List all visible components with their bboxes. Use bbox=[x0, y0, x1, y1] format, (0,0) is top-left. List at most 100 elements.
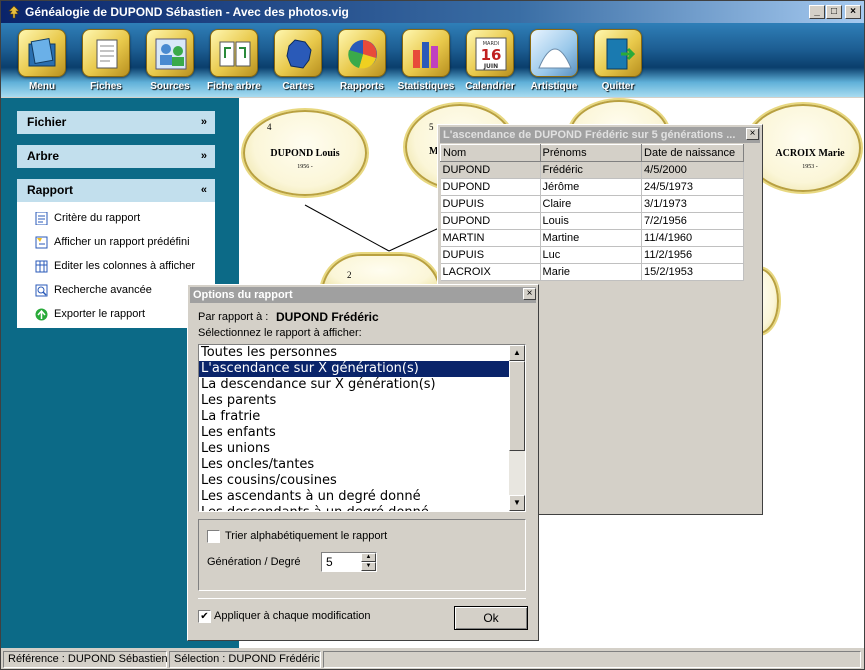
generation-spinner[interactable]: 5 ▲ ▼ bbox=[321, 552, 377, 572]
table-row[interactable]: MARTIN Martine 11/4/1960 bbox=[440, 229, 744, 247]
toolbar-calendrier-button[interactable]: MARDI 16 JUIN Calendrier bbox=[459, 29, 521, 95]
table-cell: DUPOND bbox=[440, 212, 541, 230]
report-option[interactable]: Les parents bbox=[199, 393, 509, 409]
toolbar-fiches-button[interactable]: Fiches bbox=[75, 29, 137, 95]
toolbar-artistique-button[interactable]: Artistique bbox=[523, 29, 585, 95]
options-close-button[interactable]: × bbox=[523, 288, 536, 300]
dialog-divider bbox=[198, 598, 526, 599]
node-name: DUPOND Louis bbox=[270, 148, 340, 159]
table-cell: Claire bbox=[540, 195, 643, 213]
column-header-prenoms[interactable]: Prénoms bbox=[539, 144, 643, 162]
rapport-item-label: Critère du rapport bbox=[54, 212, 141, 224]
toolbar-label: Statistiques bbox=[397, 81, 455, 92]
node-number: 5 bbox=[429, 122, 434, 132]
report-list: Toutes les personnes L'ascendance sur X g… bbox=[199, 345, 509, 511]
ok-button[interactable]: Ok bbox=[454, 606, 528, 630]
toolbar-quitter-button[interactable]: Quitter bbox=[587, 29, 649, 95]
toolbar-label: Cartes bbox=[282, 81, 314, 92]
toolbar-label: Calendrier bbox=[465, 81, 515, 92]
panel-rapport-body: Critère du rapport Afficher un rapport p… bbox=[17, 202, 215, 328]
generation-label: Génération / Degré bbox=[207, 556, 301, 568]
report-option[interactable]: Les unions bbox=[199, 441, 509, 457]
node-name: ACROIX Marie bbox=[775, 148, 845, 159]
ascendance-close-button[interactable]: × bbox=[746, 128, 759, 140]
column-header-nom[interactable]: Nom bbox=[440, 144, 541, 162]
toolbar-sources-button[interactable]: Sources bbox=[139, 29, 201, 95]
minimize-button[interactable]: _ bbox=[809, 5, 825, 19]
sort-checkbox[interactable] bbox=[207, 530, 220, 543]
panel-fichier-header[interactable]: Fichier » bbox=[17, 111, 215, 134]
table-cell: Luc bbox=[540, 246, 643, 264]
table-row[interactable]: DUPOND Jérôme 24/5/1973 bbox=[440, 178, 744, 196]
report-option[interactable]: Les oncles/tantes bbox=[199, 457, 509, 473]
panel-title: Fichier bbox=[27, 115, 67, 129]
listbox-scrollbar[interactable]: ▲ ▼ bbox=[509, 345, 525, 511]
report-option[interactable]: Les ascendants à un degré donné bbox=[199, 489, 509, 505]
toolbar-cartes-button[interactable]: Cartes bbox=[267, 29, 329, 95]
table-row[interactable]: DUPOND Frédéric 4/5/2000 bbox=[440, 161, 744, 179]
expand-chevron-icon[interactable]: » bbox=[201, 145, 207, 168]
toolbar-label: Quitter bbox=[601, 81, 635, 92]
scroll-down-button[interactable]: ▼ bbox=[509, 495, 525, 511]
table-cell: Martine bbox=[540, 229, 643, 247]
table-cell: MARTIN bbox=[440, 229, 541, 247]
report-option[interactable]: Toutes les personnes bbox=[199, 345, 509, 361]
bar-chart-icon bbox=[402, 29, 450, 77]
expand-chevron-icon[interactable]: » bbox=[201, 111, 207, 134]
select-report-label: Sélectionnez le rapport à afficher: bbox=[198, 327, 362, 339]
report-option[interactable]: Les enfants bbox=[199, 425, 509, 441]
node-years: 1956 - bbox=[297, 164, 313, 170]
rapport-item-predefini[interactable]: Afficher un rapport prédéfini bbox=[17, 232, 215, 252]
status-reference: Référence : DUPOND Sébastien bbox=[3, 651, 168, 668]
rapport-item-recherche[interactable]: Recherche avancée bbox=[17, 280, 215, 300]
column-header-date-naissance[interactable]: Date de naissance bbox=[641, 144, 744, 162]
toolbar-statistiques-button[interactable]: Statistiques bbox=[395, 29, 457, 95]
title-bar[interactable]: Généalogie de DUPOND Sébastien - Avec de… bbox=[1, 1, 864, 23]
table-cell: DUPUIS bbox=[440, 246, 541, 264]
table-cell: 4/5/2000 bbox=[641, 161, 744, 179]
rapport-item-exporter[interactable]: Exporter le rapport bbox=[17, 304, 215, 324]
criteria-icon bbox=[35, 212, 48, 225]
tree-node-4[interactable]: 4 DUPOND Louis 1956 - bbox=[243, 110, 367, 196]
table-cell: DUPOND bbox=[440, 161, 541, 179]
report-option[interactable]: La descendance sur X génération(s) bbox=[199, 377, 509, 393]
table-row[interactable]: LACROIX Marie 15/2/1953 bbox=[440, 263, 744, 281]
options-dialog: Options du rapport × Par rapport à : DUP… bbox=[187, 284, 539, 641]
panel-arbre-header[interactable]: Arbre » bbox=[17, 145, 215, 168]
columns-icon bbox=[35, 260, 48, 273]
toolbar-menu-button[interactable]: Menu bbox=[11, 29, 73, 95]
maximize-button[interactable]: □ bbox=[826, 5, 842, 19]
report-option[interactable]: La fratrie bbox=[199, 409, 509, 425]
spin-up-button[interactable]: ▲ bbox=[361, 553, 376, 562]
spin-down-button[interactable]: ▼ bbox=[361, 562, 376, 571]
par-rapport-value: DUPOND Frédéric bbox=[276, 310, 379, 324]
rapport-item-colonnes[interactable]: Editer les colonnes à afficher bbox=[17, 256, 215, 276]
table-row[interactable]: DUPOND Louis 7/2/1956 bbox=[440, 212, 744, 230]
close-button[interactable]: × bbox=[845, 5, 861, 19]
report-type-listbox[interactable]: Toutes les personnes L'ascendance sur X g… bbox=[198, 344, 526, 512]
rapport-item-critere[interactable]: Critère du rapport bbox=[17, 208, 215, 228]
toolbar-rapports-button[interactable]: Rapports bbox=[331, 29, 393, 95]
report-option[interactable]: L'ascendance sur X génération(s) bbox=[199, 361, 509, 377]
report-option[interactable]: Les descendants à un degré donné bbox=[199, 505, 509, 511]
status-selection: Sélection : DUPOND Frédéric bbox=[169, 651, 321, 668]
collapse-chevron-icon[interactable]: « bbox=[201, 179, 207, 202]
table-cell: 11/2/1956 bbox=[641, 246, 744, 264]
table-row[interactable]: DUPUIS Luc 11/2/1956 bbox=[440, 246, 744, 264]
toolbar-fiche-arbre-button[interactable]: Fiche arbre bbox=[203, 29, 265, 95]
folder-icon bbox=[18, 29, 66, 77]
table-row[interactable]: DUPUIS Claire 3/1/1973 bbox=[440, 195, 744, 213]
calendar-month: JUIN bbox=[483, 63, 498, 70]
report-option[interactable]: Les cousins/cousines bbox=[199, 473, 509, 489]
predefined-report-icon bbox=[35, 236, 48, 249]
options-title-bar[interactable]: Options du rapport bbox=[190, 287, 536, 303]
ascendance-title-bar[interactable]: L'ascendance de DUPOND Frédéric sur 5 gé… bbox=[440, 127, 760, 143]
panel-rapport-header[interactable]: Rapport « bbox=[17, 179, 215, 202]
generation-value: 5 bbox=[326, 555, 333, 569]
options-title: Options du rapport bbox=[193, 289, 293, 301]
panel-title: Rapport bbox=[27, 183, 73, 197]
scroll-up-button[interactable]: ▲ bbox=[509, 345, 525, 361]
scroll-thumb[interactable] bbox=[509, 361, 525, 451]
rapport-item-label: Recherche avancée bbox=[54, 284, 152, 296]
apply-checkbox[interactable]: ✔ bbox=[198, 610, 211, 623]
